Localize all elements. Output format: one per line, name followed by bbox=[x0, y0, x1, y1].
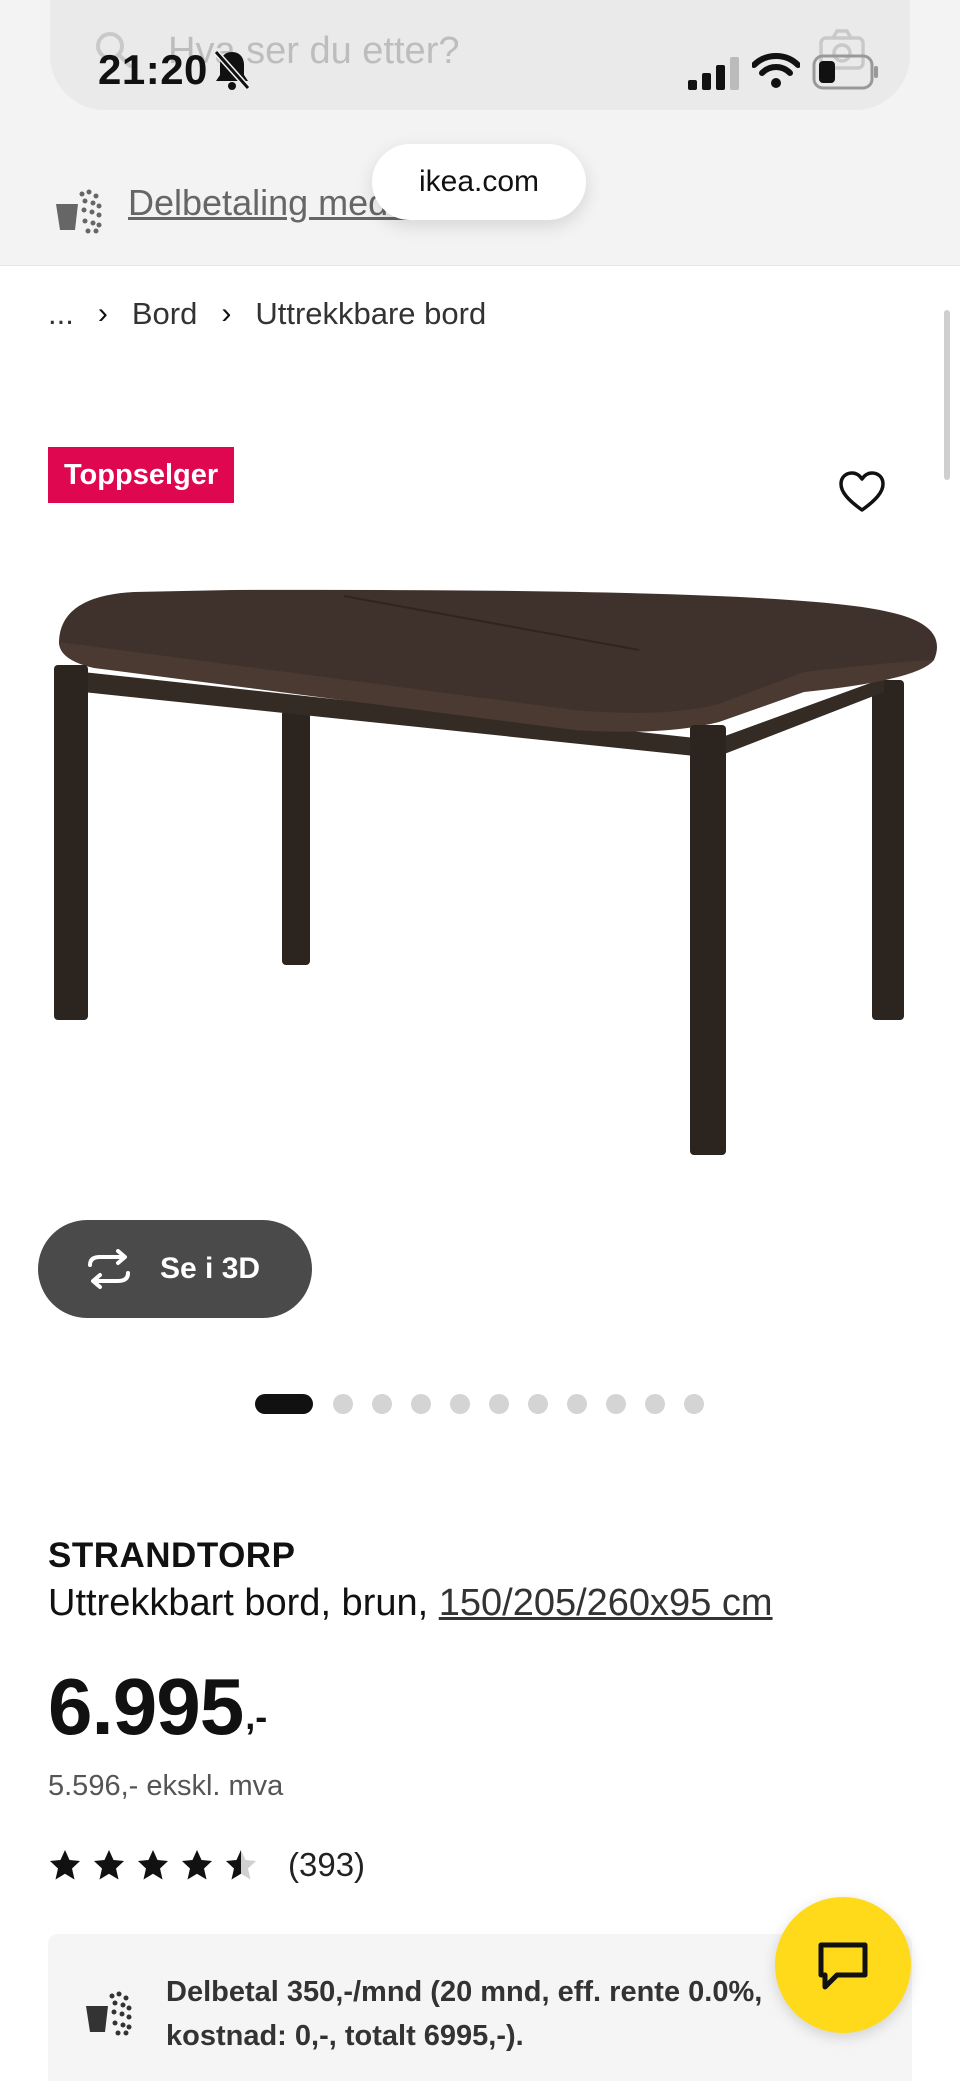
carousel-dot[interactable] bbox=[606, 1394, 626, 1414]
battery-icon bbox=[812, 54, 878, 90]
carousel-dot[interactable] bbox=[450, 1394, 470, 1414]
price-ex-vat: 5.596,- ekskl. mva bbox=[48, 1770, 284, 1802]
heart-icon[interactable] bbox=[838, 470, 886, 514]
installment-icon bbox=[86, 1991, 132, 2036]
rating[interactable]: (393) bbox=[48, 1846, 365, 1884]
top-bar: Hva ser du etter? 21:20 Delbetaling med … bbox=[0, 0, 960, 266]
installment-icon bbox=[56, 189, 102, 234]
product-name: STRANDTORP bbox=[48, 1536, 296, 1575]
price-suffix: ,- bbox=[245, 1696, 268, 1737]
carousel-dot[interactable] bbox=[567, 1394, 587, 1414]
product-description: Uttrekkbart bord, brun, 150/205/260x95 c… bbox=[48, 1582, 773, 1625]
status-time: 21:20 bbox=[98, 46, 208, 93]
carousel-dot[interactable] bbox=[489, 1394, 509, 1414]
carousel-dot[interactable] bbox=[645, 1394, 665, 1414]
carousel-dot[interactable] bbox=[528, 1394, 548, 1414]
rotate-3d-icon bbox=[88, 1249, 130, 1289]
product-type: Uttrekkbart bord, brun, bbox=[48, 1582, 439, 1624]
wifi-icon bbox=[752, 53, 800, 88]
review-count[interactable]: (393) bbox=[288, 1846, 365, 1884]
chevron-right-icon: › bbox=[221, 297, 232, 330]
url-pill[interactable]: ikea.com bbox=[372, 144, 586, 220]
rating-stars bbox=[48, 1848, 268, 1882]
view-3d-label: Se i 3D bbox=[160, 1252, 261, 1285]
price: 6.995 ,- bbox=[48, 1664, 267, 1750]
price-value: 6.995 bbox=[48, 1662, 244, 1751]
chat-button[interactable] bbox=[775, 1897, 911, 2033]
installment-info-text: Delbetal 350,-/mnd (20 mnd, eff. rente 0… bbox=[166, 1976, 763, 2052]
carousel-dot[interactable] bbox=[684, 1394, 704, 1414]
scrollbar[interactable] bbox=[944, 310, 950, 480]
image-carousel-dots[interactable] bbox=[255, 1394, 723, 1414]
carousel-dot[interactable] bbox=[411, 1394, 431, 1414]
breadcrumb: ... › Bord › Uttrekkbare bord bbox=[48, 296, 486, 332]
carousel-dot[interactable] bbox=[372, 1394, 392, 1414]
star-icon bbox=[94, 1850, 124, 1880]
carousel-dot[interactable] bbox=[333, 1394, 353, 1414]
breadcrumb-bord[interactable]: Bord bbox=[132, 296, 197, 332]
view-3d-button[interactable]: Se i 3D bbox=[38, 1220, 312, 1318]
product-dimensions-link[interactable]: 150/205/260x95 cm bbox=[439, 1582, 773, 1624]
mute-icon bbox=[213, 50, 251, 90]
star-icon bbox=[138, 1850, 168, 1880]
chat-icon bbox=[818, 1942, 868, 1990]
breadcrumb-ellipsis[interactable]: ... bbox=[48, 296, 74, 332]
signal-icon bbox=[688, 57, 739, 90]
breadcrumb-uttrekkbare-bord[interactable]: Uttrekkbare bord bbox=[255, 296, 486, 332]
product-image[interactable] bbox=[14, 560, 946, 1200]
star-icon bbox=[50, 1850, 80, 1880]
star-icon bbox=[226, 1850, 256, 1880]
toppselger-badge: Toppselger bbox=[48, 447, 235, 503]
chevron-right-icon: › bbox=[97, 297, 108, 330]
carousel-dot[interactable] bbox=[255, 1394, 313, 1414]
badge-label: Toppselger bbox=[64, 458, 219, 491]
star-icon bbox=[182, 1850, 212, 1880]
url-text: ikea.com bbox=[418, 165, 540, 198]
